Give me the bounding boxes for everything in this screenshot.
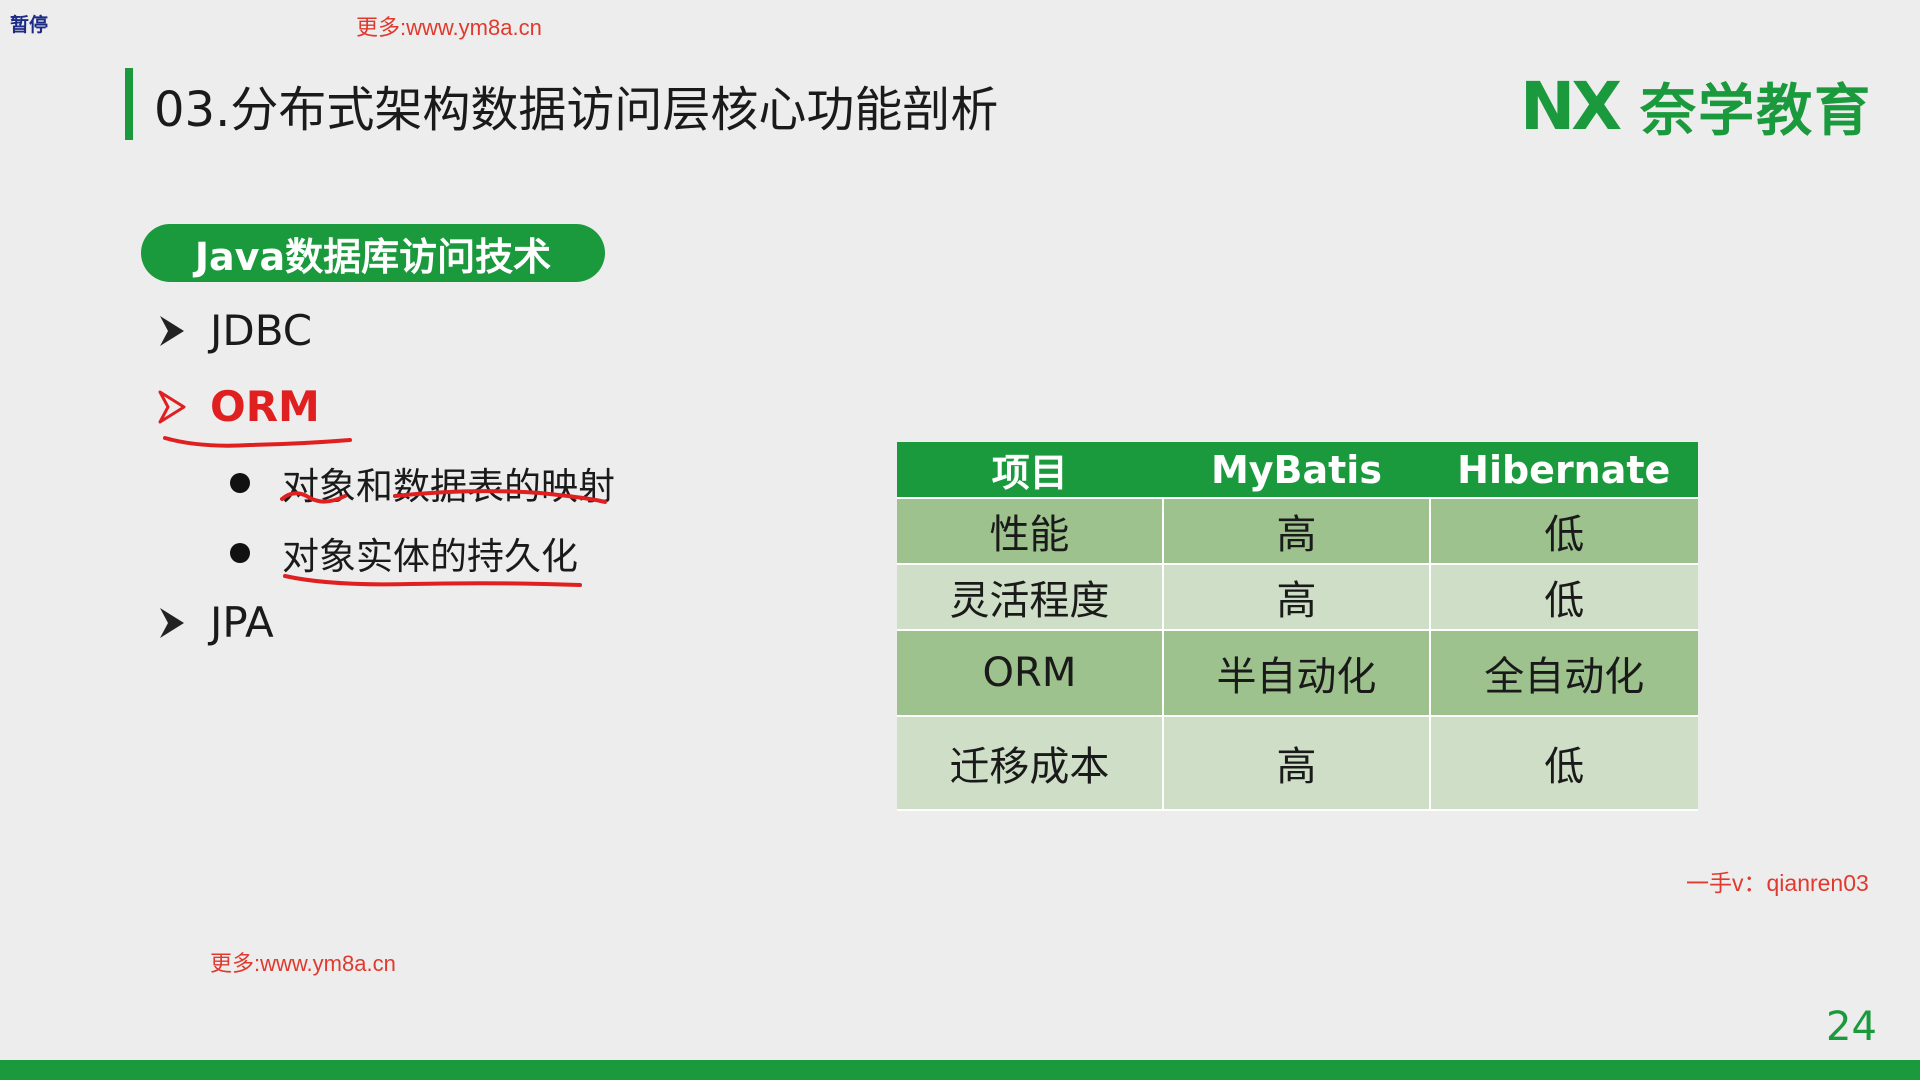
table-row: 迁移成本 高 低 (897, 715, 1698, 811)
slide-title: 03.分布式架构数据访问层核心功能剖析 (154, 82, 999, 138)
logo-mark: NX (1520, 67, 1622, 145)
bullet-label: JDBC (210, 306, 313, 355)
header-cell: 项目 (897, 442, 1164, 498)
watermark-top: 更多:www.ym8a.cn (356, 15, 542, 40)
bullet-dot-icon (230, 473, 250, 493)
header-cell: MyBatis (1162, 442, 1431, 498)
brand-logo: NX 奈学教育 (1520, 68, 1872, 145)
comparison-table: 项目 MyBatis Hibernate 性能 高 低 灵活程度 高 低 ORM… (897, 442, 1698, 811)
bullet-label: ORM (210, 382, 320, 431)
orm-underline (163, 436, 352, 448)
table-cell: 高 (1161, 497, 1431, 565)
arrow-right-icon (158, 390, 186, 423)
table-cell: 迁移成本 (897, 715, 1164, 811)
logo-text: 奈学教育 (1640, 78, 1873, 144)
table-row: 性能 高 低 (897, 497, 1698, 565)
watermark-bottom: 更多:www.ym8a.cn (210, 951, 396, 976)
table-row: 灵活程度 高 低 (897, 563, 1698, 631)
bullet-label: JPA (210, 598, 274, 647)
table-cell: 全自动化 (1428, 629, 1698, 717)
table-cell: 低 (1428, 715, 1698, 811)
table-row: ORM 半自动化 全自动化 (897, 629, 1698, 717)
contact-watermark: 一手v：qianren03 (1686, 870, 1869, 896)
bullet-dot-icon (230, 543, 250, 563)
bottom-accent-band (0, 1060, 1920, 1080)
page-number: 24 (1826, 1004, 1877, 1050)
pause-label[interactable]: 暂停 (10, 10, 48, 37)
title-accent-bar (125, 68, 133, 140)
arrow-right-icon (160, 315, 184, 346)
orm-point: 对象实体的持久化 (230, 526, 578, 580)
bullet-jdbc: JDBC (158, 306, 312, 355)
table-cell: 性能 (897, 497, 1164, 565)
table-cell: 低 (1428, 497, 1698, 565)
table-cell: 低 (1428, 563, 1698, 631)
arrow-right-icon (160, 607, 184, 638)
orm-point: 对象和数据表的映射 (230, 456, 615, 510)
bullet-jpa: JPA (158, 598, 274, 647)
section-pill: Java数据库访问技术 (141, 224, 605, 282)
bullet-orm: ORM (158, 382, 320, 431)
table-cell: 高 (1161, 563, 1431, 631)
orm-point-text: 对象实体的持久化 (282, 535, 578, 578)
table-cell: ORM (897, 629, 1164, 717)
header-cell: Hibernate (1429, 442, 1698, 498)
orm-point-text: 对象和数据表的映射 (282, 465, 615, 508)
table-cell: 高 (1161, 715, 1431, 811)
table-cell: 灵活程度 (897, 563, 1164, 631)
table-cell: 半自动化 (1161, 629, 1431, 717)
